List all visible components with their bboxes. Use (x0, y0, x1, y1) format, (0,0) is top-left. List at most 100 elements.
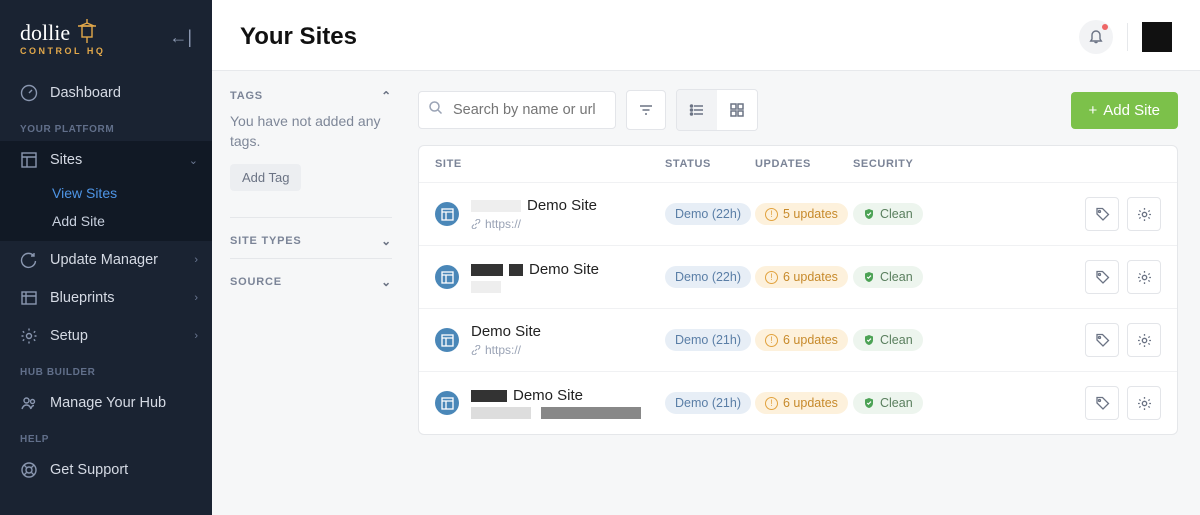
site-url (471, 281, 599, 293)
filter-button[interactable] (626, 90, 666, 130)
th-site: SITE (435, 158, 665, 170)
gauge-icon (20, 84, 38, 102)
tag-icon (1095, 270, 1110, 285)
nav-get-support[interactable]: Get Support (0, 451, 212, 489)
gear-icon (1137, 333, 1152, 348)
clock-icon: ! (765, 271, 778, 284)
updates-pill: !6 updates (755, 329, 848, 351)
nav-manage-hub[interactable]: Manage Your Hub (0, 384, 212, 422)
clock-icon: ! (765, 397, 778, 410)
nav-label: Blueprints (50, 290, 114, 306)
filter-sitetypes-heading: SITE TYPES (230, 235, 302, 247)
shield-check-icon (863, 208, 875, 220)
list-icon (689, 102, 705, 118)
table-row[interactable]: Demo Site https:// Demo (21h) !6 updates… (419, 308, 1177, 371)
tag-icon (1095, 333, 1110, 348)
security-pill: Clean (853, 329, 923, 351)
settings-row-button[interactable] (1127, 197, 1161, 231)
divider (230, 217, 392, 218)
no-tags-text: You have not added any tags. (230, 111, 392, 152)
view-toggle (676, 89, 758, 131)
nav-dashboard[interactable]: Dashboard (0, 74, 212, 112)
plus-icon: + (1089, 102, 1098, 119)
table-header: SITE STATUS UPDATES SECURITY (419, 146, 1177, 182)
subnav-view-sites[interactable]: View Sites (0, 179, 212, 207)
gear-icon (1137, 207, 1152, 222)
th-security: SECURITY (853, 158, 943, 170)
updates-pill: !6 updates (755, 266, 848, 288)
tag-row-button[interactable] (1085, 386, 1119, 420)
chevron-right-icon: › (194, 330, 198, 342)
filter-tags-heading: TAGS (230, 90, 263, 102)
nav-heading-hub: HUB BUILDER (0, 355, 212, 384)
site-avatar-icon (435, 391, 459, 415)
list-view-button[interactable] (677, 90, 717, 130)
expand-sitetypes-toggle[interactable]: ⌄ (381, 234, 392, 248)
lantern-icon (76, 18, 98, 48)
th-updates: UPDATES (755, 158, 853, 170)
tag-row-button[interactable] (1085, 323, 1119, 357)
site-name: Demo Site (471, 323, 541, 340)
clock-icon: ! (765, 334, 778, 347)
security-pill: Clean (853, 392, 923, 414)
settings-row-button[interactable] (1127, 323, 1161, 357)
security-pill: Clean (853, 266, 923, 288)
site-url (471, 407, 647, 419)
settings-row-button[interactable] (1127, 260, 1161, 294)
chevron-right-icon: › (194, 254, 198, 266)
grid-view-button[interactable] (717, 90, 757, 130)
table-row[interactable]: Demo Site Demo (22h) !6 updates Clean (419, 245, 1177, 308)
divider (1127, 23, 1128, 51)
nav-label: Setup (50, 328, 88, 344)
table-row[interactable]: Demo Site Demo (21h) !6 updates Clean (419, 371, 1177, 434)
subnav-add-site[interactable]: Add Site (0, 207, 212, 235)
site-name: Demo Site (529, 261, 599, 278)
nav-sites-submenu: View Sites Add Site (0, 179, 212, 241)
add-site-button[interactable]: + Add Site (1071, 92, 1178, 129)
topbar: Your Sites (212, 0, 1200, 71)
collapse-sidebar-button[interactable]: ←| (169, 27, 192, 48)
nav-heading-platform: YOUR PLATFORM (0, 112, 212, 141)
site-url: https:// (471, 343, 541, 357)
filter-icon (638, 102, 654, 118)
link-icon (471, 345, 481, 355)
link-icon (471, 219, 481, 229)
nav-sites[interactable]: Sites ⌄ (0, 141, 212, 179)
gear-icon (1137, 396, 1152, 411)
gear-icon (1137, 270, 1152, 285)
user-avatar[interactable] (1142, 22, 1172, 52)
add-tag-button[interactable]: Add Tag (230, 164, 301, 191)
collapse-tags-toggle[interactable]: ⌃ (381, 89, 392, 103)
search-icon (428, 100, 443, 120)
sites-table: SITE STATUS UPDATES SECURITY Demo Site h… (418, 145, 1178, 435)
expand-source-toggle[interactable]: ⌄ (381, 275, 392, 289)
brand-name: dollie (20, 20, 70, 46)
notification-dot (1102, 24, 1108, 30)
filters-panel: TAGS ⌃ You have not added any tags. Add … (212, 71, 410, 515)
nav-blueprints[interactable]: Blueprints › (0, 279, 212, 317)
chevron-right-icon: › (194, 292, 198, 304)
blueprint-icon (20, 289, 38, 307)
nav-setup[interactable]: Setup › (0, 317, 212, 355)
tag-row-button[interactable] (1085, 260, 1119, 294)
nav-label: Dashboard (50, 85, 121, 101)
site-avatar-icon (435, 328, 459, 352)
shield-check-icon (863, 397, 875, 409)
refresh-icon (20, 251, 38, 269)
table-row[interactable]: Demo Site https:// Demo (22h) !5 updates… (419, 182, 1177, 245)
tag-row-button[interactable] (1085, 197, 1119, 231)
nav-label: Get Support (50, 462, 128, 478)
tag-icon (1095, 396, 1110, 411)
nav-update-manager[interactable]: Update Manager › (0, 241, 212, 279)
divider (230, 258, 392, 259)
shield-check-icon (863, 271, 875, 283)
brand-logo: dollie CONTROL HQ (20, 18, 105, 56)
notifications-button[interactable] (1079, 20, 1113, 54)
clock-icon: ! (765, 208, 778, 221)
bell-icon (1088, 29, 1104, 45)
settings-row-button[interactable] (1127, 386, 1161, 420)
site-url: https:// (471, 217, 597, 231)
search-input[interactable] (418, 91, 616, 129)
status-pill: Demo (22h) (665, 203, 751, 225)
site-avatar-icon (435, 265, 459, 289)
